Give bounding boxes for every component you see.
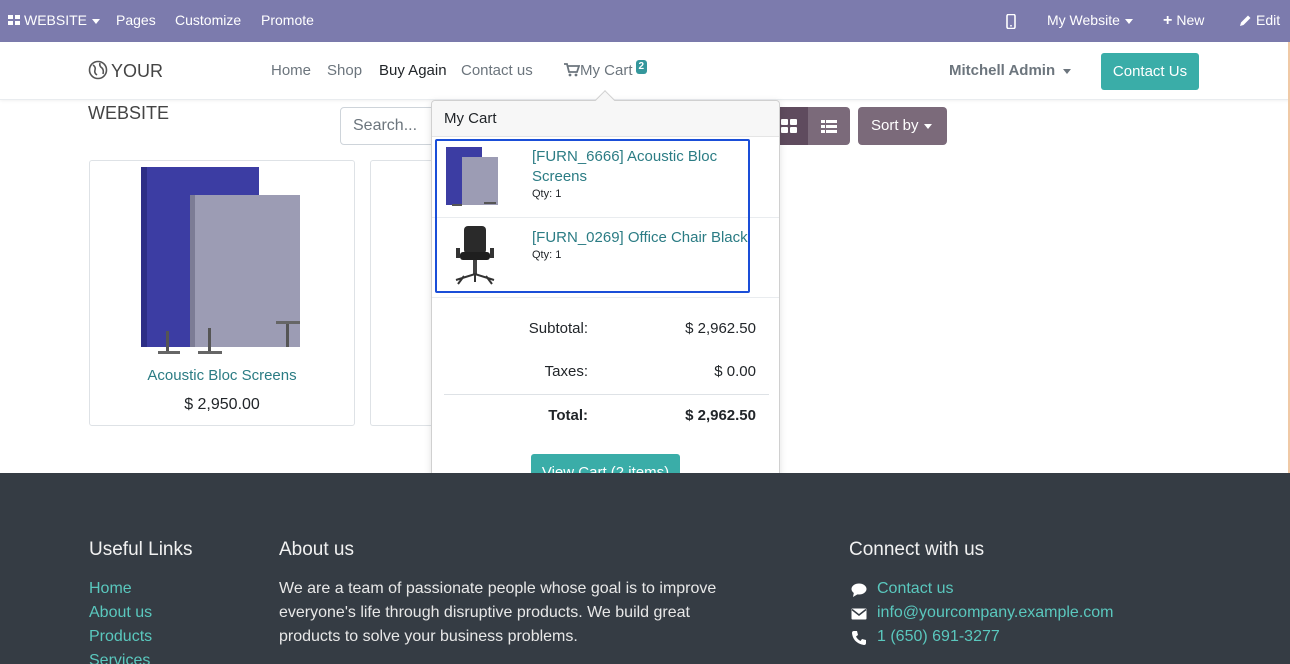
pages-menu[interactable]: Pages bbox=[116, 0, 156, 42]
new-label: New bbox=[1176, 12, 1205, 28]
total-value: $ 2,962.50 bbox=[685, 407, 756, 424]
list-view-button[interactable] bbox=[808, 107, 850, 145]
acoustic-screen-image bbox=[141, 167, 300, 354]
footer-link-services[interactable]: Services bbox=[89, 652, 150, 664]
total-label: Total: bbox=[548, 407, 588, 424]
nav-shop[interactable]: Shop bbox=[327, 42, 362, 100]
site-header: YOUR WEBSITE Home Shop Buy Again Contact… bbox=[0, 42, 1290, 123]
my-website-label: My Website bbox=[1047, 12, 1120, 28]
edit-label: Edit bbox=[1256, 12, 1281, 28]
footer-link-home[interactable]: Home bbox=[89, 580, 132, 598]
subtotal-label: Subtotal: bbox=[528, 320, 588, 337]
list-icon bbox=[821, 120, 837, 133]
customize-menu[interactable]: Customize bbox=[175, 0, 241, 42]
new-button[interactable]: + New bbox=[1163, 0, 1204, 42]
my-website-menu[interactable]: My Website bbox=[1047, 0, 1133, 42]
contact-us-button[interactable]: Contact Us bbox=[1101, 53, 1199, 90]
taxes-label: Taxes: bbox=[544, 363, 588, 380]
edit-button[interactable]: Edit bbox=[1239, 0, 1280, 42]
chevron-down-icon bbox=[923, 123, 932, 129]
chevron-down-icon bbox=[1063, 68, 1072, 74]
envelope-icon bbox=[851, 608, 867, 620]
promote-menu[interactable]: Promote bbox=[261, 0, 314, 42]
footer-email-link[interactable]: info@yourcompany.example.com bbox=[877, 604, 1114, 622]
website-menu-label: WEBSITE bbox=[24, 12, 88, 28]
connect-title: Connect with us bbox=[849, 539, 985, 560]
pencil-icon bbox=[1240, 15, 1251, 26]
totals-divider bbox=[444, 394, 769, 395]
footer-link-products[interactable]: Products bbox=[89, 628, 152, 646]
user-name: Mitchell Admin bbox=[949, 62, 1056, 79]
footer-phone-link[interactable]: 1 (650) 691-3277 bbox=[877, 628, 1000, 646]
about-us-text: We are a team of passionate people whose… bbox=[279, 580, 717, 645]
mobile-preview-button[interactable] bbox=[1006, 0, 1016, 42]
cart-count-badge: 2 bbox=[635, 60, 648, 74]
cart-popover-title: My Cart bbox=[432, 101, 779, 137]
product-name[interactable]: Acoustic Bloc Screens bbox=[90, 367, 354, 384]
phone-icon bbox=[852, 631, 866, 645]
nav-buy-again[interactable]: Buy Again bbox=[379, 42, 447, 100]
nav-home[interactable]: Home bbox=[271, 42, 311, 100]
footer-link-about-us[interactable]: About us bbox=[89, 604, 152, 622]
useful-links-title: Useful Links bbox=[89, 539, 193, 560]
nav-contact-us[interactable]: Contact us bbox=[461, 42, 533, 100]
grid-icon bbox=[781, 119, 797, 133]
plus-icon: + bbox=[1163, 12, 1173, 29]
taxes-value: $ 0.00 bbox=[714, 363, 756, 380]
cart-items-highlight bbox=[435, 139, 750, 293]
about-us-title: About us bbox=[279, 539, 354, 560]
chevron-down-icon bbox=[92, 18, 101, 24]
site-logo[interactable]: YOUR WEBSITE bbox=[88, 50, 240, 123]
admin-bar: WEBSITE Pages Customize Promote My Websi… bbox=[0, 0, 1290, 42]
chevron-down-icon bbox=[1124, 18, 1133, 24]
comment-icon bbox=[851, 583, 867, 597]
my-cart-label: My Cart bbox=[580, 62, 633, 79]
subtotal-value: $ 2,962.50 bbox=[685, 320, 756, 337]
product-card[interactable]: Acoustic Bloc Screens $ 2,950.00 bbox=[89, 160, 355, 426]
sort-by-dropdown[interactable]: Sort by bbox=[858, 107, 947, 145]
shopping-cart-icon bbox=[564, 63, 581, 77]
user-menu[interactable]: Mitchell Admin bbox=[949, 42, 1072, 100]
sort-by-label: Sort by bbox=[871, 117, 919, 134]
website-menu[interactable]: WEBSITE bbox=[8, 0, 101, 42]
mobile-icon bbox=[1006, 13, 1016, 30]
apps-grid-icon bbox=[8, 15, 20, 26]
product-price: $ 2,950.00 bbox=[184, 396, 260, 413]
site-footer: Useful Links Home About us Products Serv… bbox=[0, 473, 1290, 664]
footer-contact-us-link[interactable]: Contact us bbox=[877, 580, 953, 598]
globe-icon bbox=[88, 60, 108, 80]
